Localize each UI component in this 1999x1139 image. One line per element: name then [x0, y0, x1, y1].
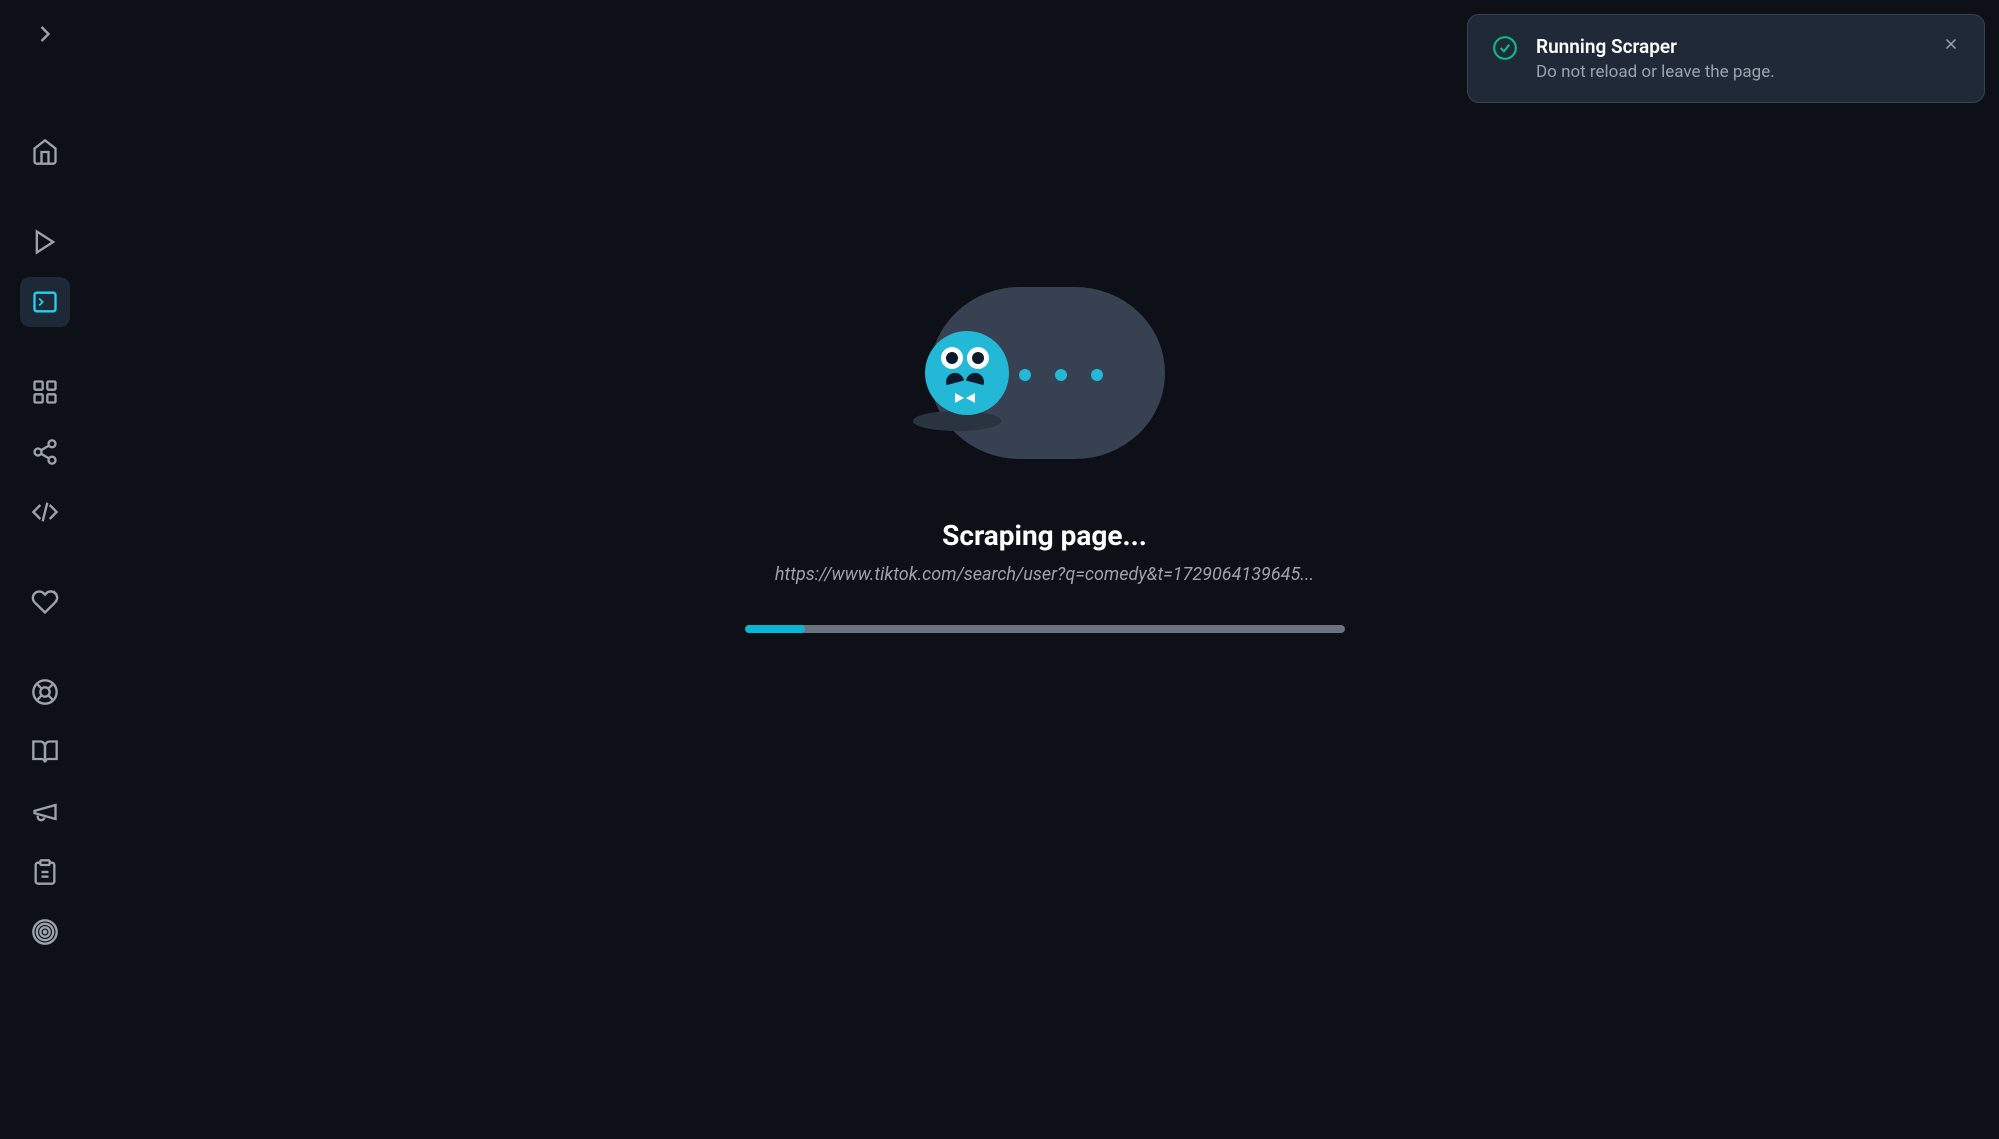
sidebar-item-favorites[interactable] [20, 577, 70, 627]
signal-icon [31, 918, 59, 946]
heart-icon [31, 588, 59, 616]
loading-illustration [925, 287, 1165, 459]
progress-bar [745, 625, 1345, 633]
grid-icon [31, 378, 59, 406]
sidebar-toggle[interactable] [31, 20, 59, 52]
lifebuoy-icon [31, 678, 59, 706]
sidebar-item-docs[interactable] [20, 727, 70, 777]
sidebar-item-share[interactable] [20, 427, 70, 477]
sidebar-item-play[interactable] [20, 217, 70, 267]
toast-description: Do not reload or leave the page. [1536, 62, 1924, 82]
book-icon [31, 738, 59, 766]
status-url: https://www.tiktok.com/search/user?q=com… [775, 564, 1314, 585]
sidebar-item-apps[interactable] [20, 367, 70, 417]
sidebar-item-terminal[interactable] [20, 277, 70, 327]
home-icon [31, 138, 59, 166]
toast-close-button[interactable] [1942, 35, 1960, 53]
close-icon [1942, 35, 1960, 53]
code-icon [31, 498, 59, 526]
play-icon [31, 228, 59, 256]
sidebar-item-home[interactable] [20, 127, 70, 177]
sidebar [0, 0, 90, 1139]
megaphone-icon [31, 798, 59, 826]
main-content: Scraping page... https://www.tiktok.com/… [90, 0, 1999, 1139]
sidebar-item-announce[interactable] [20, 787, 70, 837]
status-title: Scraping page... [942, 519, 1147, 552]
sidebar-item-status[interactable] [20, 907, 70, 957]
clipboard-icon [31, 858, 59, 886]
toast-title: Running Scraper [1536, 35, 1924, 58]
toast-notification: Running Scraper Do not reload or leave t… [1467, 14, 1985, 103]
sidebar-item-clipboard[interactable] [20, 847, 70, 897]
terminal-icon [31, 288, 59, 316]
share-icon [31, 438, 59, 466]
progress-fill [745, 625, 805, 633]
chevron-right-icon [31, 20, 59, 48]
sidebar-item-help[interactable] [20, 667, 70, 717]
success-icon [1492, 35, 1518, 61]
sidebar-item-code[interactable] [20, 487, 70, 537]
